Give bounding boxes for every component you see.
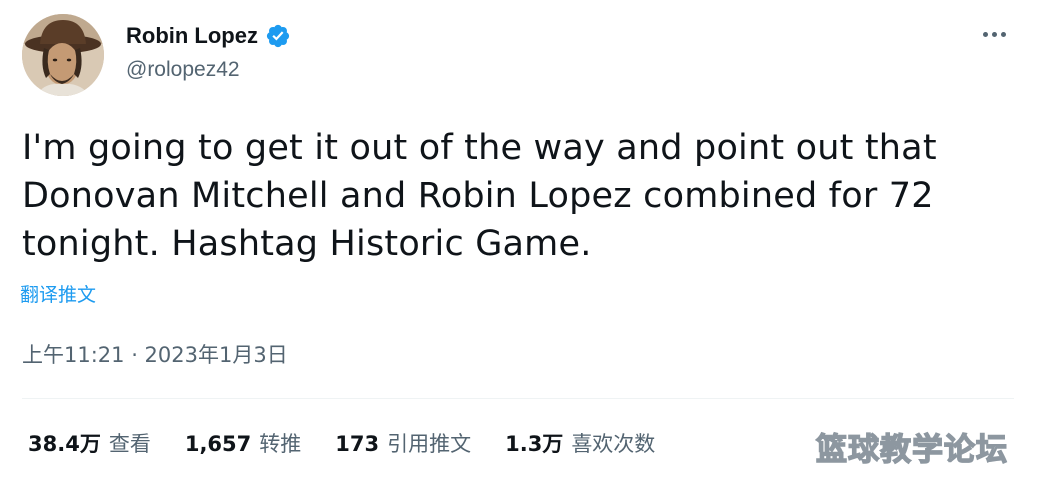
stat-label: 查看 — [108, 432, 151, 456]
more-options-button[interactable] — [974, 20, 1014, 48]
user-handle[interactable]: @rolopez42 — [126, 58, 240, 82]
stat-views[interactable]: 38.4万 查看 — [28, 428, 151, 458]
avatar[interactable] — [22, 14, 104, 96]
translate-tweet-link[interactable]: 翻译推文 — [20, 280, 96, 307]
tweet-text-line: Donovan Mitchell and Robin Lopez combine… — [22, 176, 934, 216]
avatar-image — [22, 14, 104, 96]
tweet-text-line: tonight. Hashtag Historic Game. — [22, 224, 592, 264]
stat-label: 引用推文 — [387, 432, 472, 456]
tweet-stats: 38.4万 查看 1,657 转推 173 引用推文 1.3万 喜欢次数 — [28, 428, 689, 458]
stat-retweets[interactable]: 1,657 转推 — [185, 428, 301, 458]
name-row: Robin Lopez — [126, 22, 291, 50]
stat-likes[interactable]: 1.3万 喜欢次数 — [505, 428, 655, 458]
stat-label: 喜欢次数 — [571, 432, 656, 456]
stat-value: 1,657 — [184, 432, 252, 456]
stat-quote-tweets[interactable]: 173 引用推文 — [335, 428, 471, 458]
stat-value: 1.3万 — [505, 432, 564, 456]
stat-value: 38.4万 — [28, 432, 101, 456]
stat-value: 173 — [335, 432, 380, 456]
stat-label: 转推 — [259, 432, 302, 456]
tweet-timestamp[interactable]: 上午11:21 · 2023年1月3日 — [22, 339, 288, 369]
verified-badge-icon — [265, 23, 291, 49]
watermark: 篮球教学论坛 — [815, 431, 1008, 468]
tweet-card: Robin Lopez @rolopez42 I'm going to get … — [0, 0, 1038, 483]
tweet-text-line: I'm going to get it out of the way and p… — [22, 128, 937, 168]
tweet-text: I'm going to get it out of the way and p… — [22, 124, 1012, 268]
more-horizontal-icon — [982, 31, 988, 37]
divider — [22, 398, 1014, 399]
display-name[interactable]: Robin Lopez — [126, 23, 258, 49]
more-dot — [1000, 31, 1006, 37]
more-dot — [991, 31, 997, 37]
